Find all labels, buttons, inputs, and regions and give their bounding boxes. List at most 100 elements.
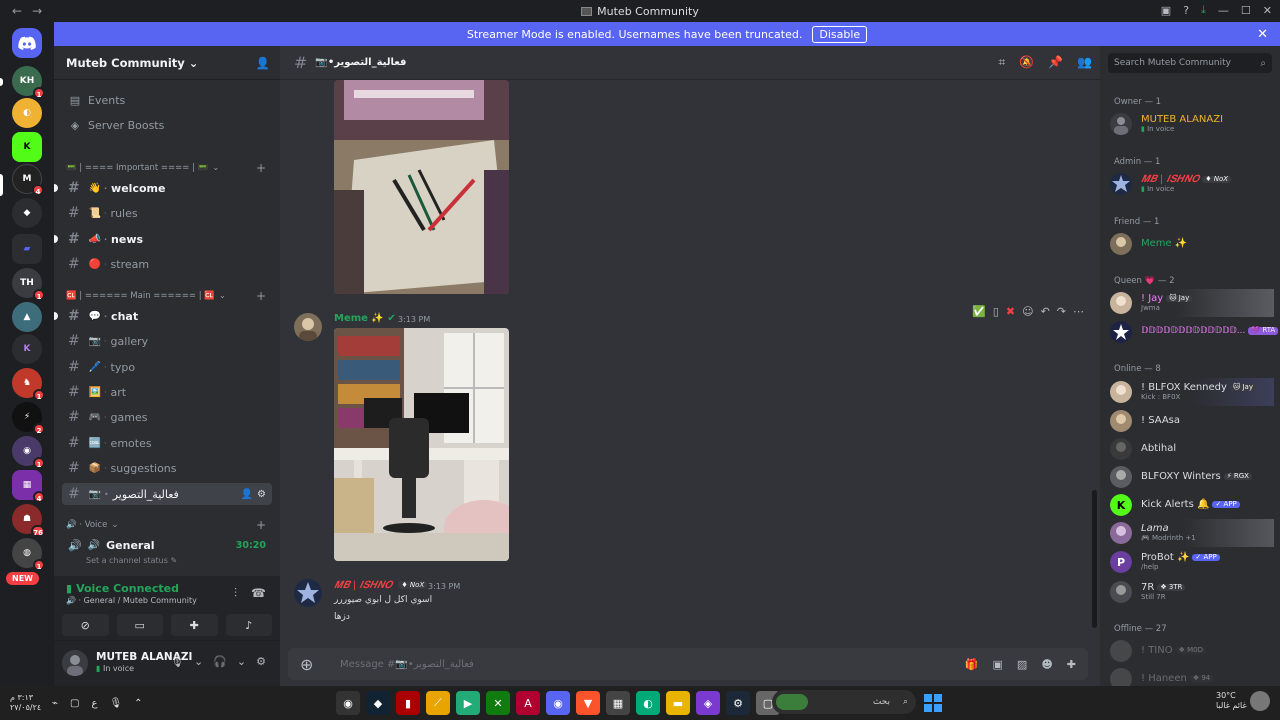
forward-button[interactable]: → [32,4,42,18]
server-icon-5[interactable]: TH 1 [12,268,45,301]
server-icon-13[interactable]: ◍ 1 [12,538,45,571]
microphone-icon[interactable]: 🎙 [109,698,122,709]
server-icon-11[interactable]: ▦ 4 [12,470,45,503]
discord-home-icon[interactable] [12,28,42,58]
edge-icon[interactable]: ◐ [636,691,660,715]
member-item[interactable]: Meme ✨ [1110,230,1274,258]
inbox-icon[interactable]: ▣ [1161,4,1171,17]
app-purple-icon[interactable]: ◈ [696,691,720,715]
voice-subtitle[interactable]: 🔊 · General / Muteb Community [66,596,197,605]
add-channel-icon[interactable]: + [256,518,266,532]
microphone-icon[interactable]: 🎙 [170,655,184,668]
back-button[interactable]: ← [12,4,22,18]
member-item[interactable]: 𝑴𝑩 | 𝑰𝑺𝑯𝑵𝑶 ♦ NoX ▮ In voice [1110,170,1274,198]
server-icon-8[interactable]: ♞ 1 [12,368,45,401]
voice-channel-general[interactable]: 🔊 🔊 General 30:20 [62,535,272,555]
photo-attachment-desk-setup[interactable] [334,328,509,561]
emoji-icon[interactable]: ☻ [1041,658,1052,671]
channel-emotes[interactable]: # 🆒 · emotes [62,432,272,454]
close-icon[interactable]: ✖ [1006,305,1015,318]
camera-off-button[interactable]: ⊘ [62,614,109,636]
obs-icon[interactable]: ◉ [336,691,360,715]
channel-chat[interactable]: # 💬 · chat [54,305,272,327]
screen-share-button[interactable]: ▭ [116,614,163,636]
server-icon-1[interactable]: KH 1 [12,66,45,99]
close-icon[interactable]: ✕ [1257,27,1268,42]
search-input[interactable]: Search Muteb Community ⌕ [1108,53,1272,73]
member-item[interactable]: MUTEB ALANAZI ▮ In voice [1110,110,1274,138]
reply-icon[interactable]: ↶ [1041,305,1050,318]
gif-icon[interactable]: ▣ [993,658,1003,671]
kick-server-icon[interactable]: K [12,132,42,162]
photo-attachment-desk-drawer[interactable] [334,80,509,294]
app-a-icon[interactable]: A [516,691,540,715]
steam-icon[interactable]: ⚙ [726,691,750,715]
member-item[interactable]: Abtihal [1110,435,1274,463]
member-item[interactable]: Lama 🎮 Modrinth +1 [1110,519,1274,547]
disconnect-icon[interactable]: ☎ [251,586,266,601]
chat-scrollbar[interactable] [1092,490,1097,628]
channel-typo[interactable]: # 🖊️ · typo [62,356,272,378]
member-item[interactable]: P ProBot ✨ ✓ APP/help [1110,548,1274,576]
forward-icon[interactable]: ↷ [1057,305,1066,318]
sticker-icon[interactable]: ▨ [1017,658,1027,671]
member-item[interactable]: ! TINO ❖ M0D [1110,637,1274,665]
server-icon-6[interactable]: ▲ [12,302,42,332]
server-icon-12[interactable]: ☗ 76 [12,504,45,537]
message-author[interactable]: Meme ✨ ✔ [334,313,396,324]
chevron-up-icon[interactable]: ⌃ [134,698,142,709]
channel-gallery[interactable]: # 📷 · gallery [62,330,272,352]
set-channel-status[interactable]: Set a channel status ✎ [86,556,177,565]
app-green-icon[interactable]: ▶ [456,691,480,715]
message-input[interactable]: Message #📷•فعالية_التصوير [340,659,474,670]
category-main[interactable]: 🆑 | ====== Main ====== | 🆑 ⌄ + [66,289,266,303]
soundboard-button[interactable]: ♪ [225,614,272,636]
category-important[interactable]: 📟 | ==== Important ==== | 📟 ⌄ + [66,161,266,175]
clipboard-icon[interactable]: ▯ [993,305,999,318]
gear-icon[interactable]: ⚙ [256,655,266,668]
member-list-icon[interactable]: 👥 [1077,55,1092,70]
app-yellow-icon[interactable]: ⟋ [426,691,450,715]
pin-icon[interactable]: 📌 [1048,55,1063,70]
server-icon-muteb[interactable]: M4 [12,164,44,196]
headphones-icon[interactable]: 🎧 [213,655,227,668]
channel-photography-event[interactable]: # 📷 • فعالية_التصوير 👤 ⚙ [62,483,272,505]
chevron-down-icon[interactable]: ⌄ [194,655,203,668]
member-item[interactable]: 𝔻𝔻𝔻𝔻𝔻𝔻𝔻𝔻𝔻𝔻𝔻𝔻𝔻... 💜 RTA [1110,318,1279,346]
channel-news[interactable]: # 📣 · news [54,228,272,250]
channel-rules[interactable]: # 📜 · rules [62,202,272,224]
channel-suggestions[interactable]: # 📦 · suggestions [62,457,272,479]
check-icon[interactable]: ✅ [972,305,986,318]
gear-icon[interactable]: ⚙ [257,489,266,500]
sidebar-item-server-boosts[interactable]: ◈ Server Boosts [62,114,272,136]
member-item[interactable]: ! Jay 🐱 Jay Jwma [1110,289,1274,317]
member-item[interactable]: BLFOXY Winters ⚡ RGX [1110,463,1274,491]
message-author[interactable]: 𝑴𝑩 | 𝑰𝑺𝑯𝑵𝑶 ♦ NoX [334,580,428,591]
add-reaction-icon[interactable]: ☺ [1022,305,1033,318]
disable-button[interactable]: Disable [812,25,868,43]
windows-start-icon[interactable] [924,694,942,712]
channel-stream[interactable]: # 🔴 · stream [62,253,272,275]
help-icon[interactable]: ? [1183,4,1189,17]
folder-icon[interactable]: ▰ [12,234,42,264]
notification-icon[interactable]: ▢ [70,698,79,709]
server-header[interactable]: Muteb Community ⌄ 👤 [54,46,280,79]
minimize-button[interactable]: — [1218,4,1229,17]
clock[interactable]: ٣:١٣ م ٢٧/٠٥/٢٤ [10,693,41,712]
server-icon-10[interactable]: ◉ 1 [12,436,45,469]
taskbar-search[interactable]: بحث ⌕ [772,690,916,714]
channel-games[interactable]: # 🎮 · games [62,406,272,428]
gift-icon[interactable]: 🎁 [965,658,979,671]
more-icon[interactable]: ⋯ [1073,305,1084,318]
server-icon-9[interactable]: ⚡ 2 [12,402,45,435]
add-channel-icon[interactable]: + [256,161,266,175]
activities-button[interactable]: ✚ [171,614,218,636]
app-drop-icon[interactable]: ◆ [366,691,390,715]
member-item[interactable]: 7R ❖ 3TR Still 7R [1110,578,1274,606]
store-icon[interactable]: ▦ [606,691,630,715]
weather-widget[interactable]: 30°C غائم غالبا [1216,691,1247,710]
sidebar-item-events[interactable]: ▤ Events [62,89,272,111]
member-item[interactable]: ! BLFOX Kennedy 🐱 Jay Kick : BF0X [1110,378,1274,406]
invite-icon[interactable]: 👤 [241,489,253,500]
avatar[interactable] [62,650,88,676]
